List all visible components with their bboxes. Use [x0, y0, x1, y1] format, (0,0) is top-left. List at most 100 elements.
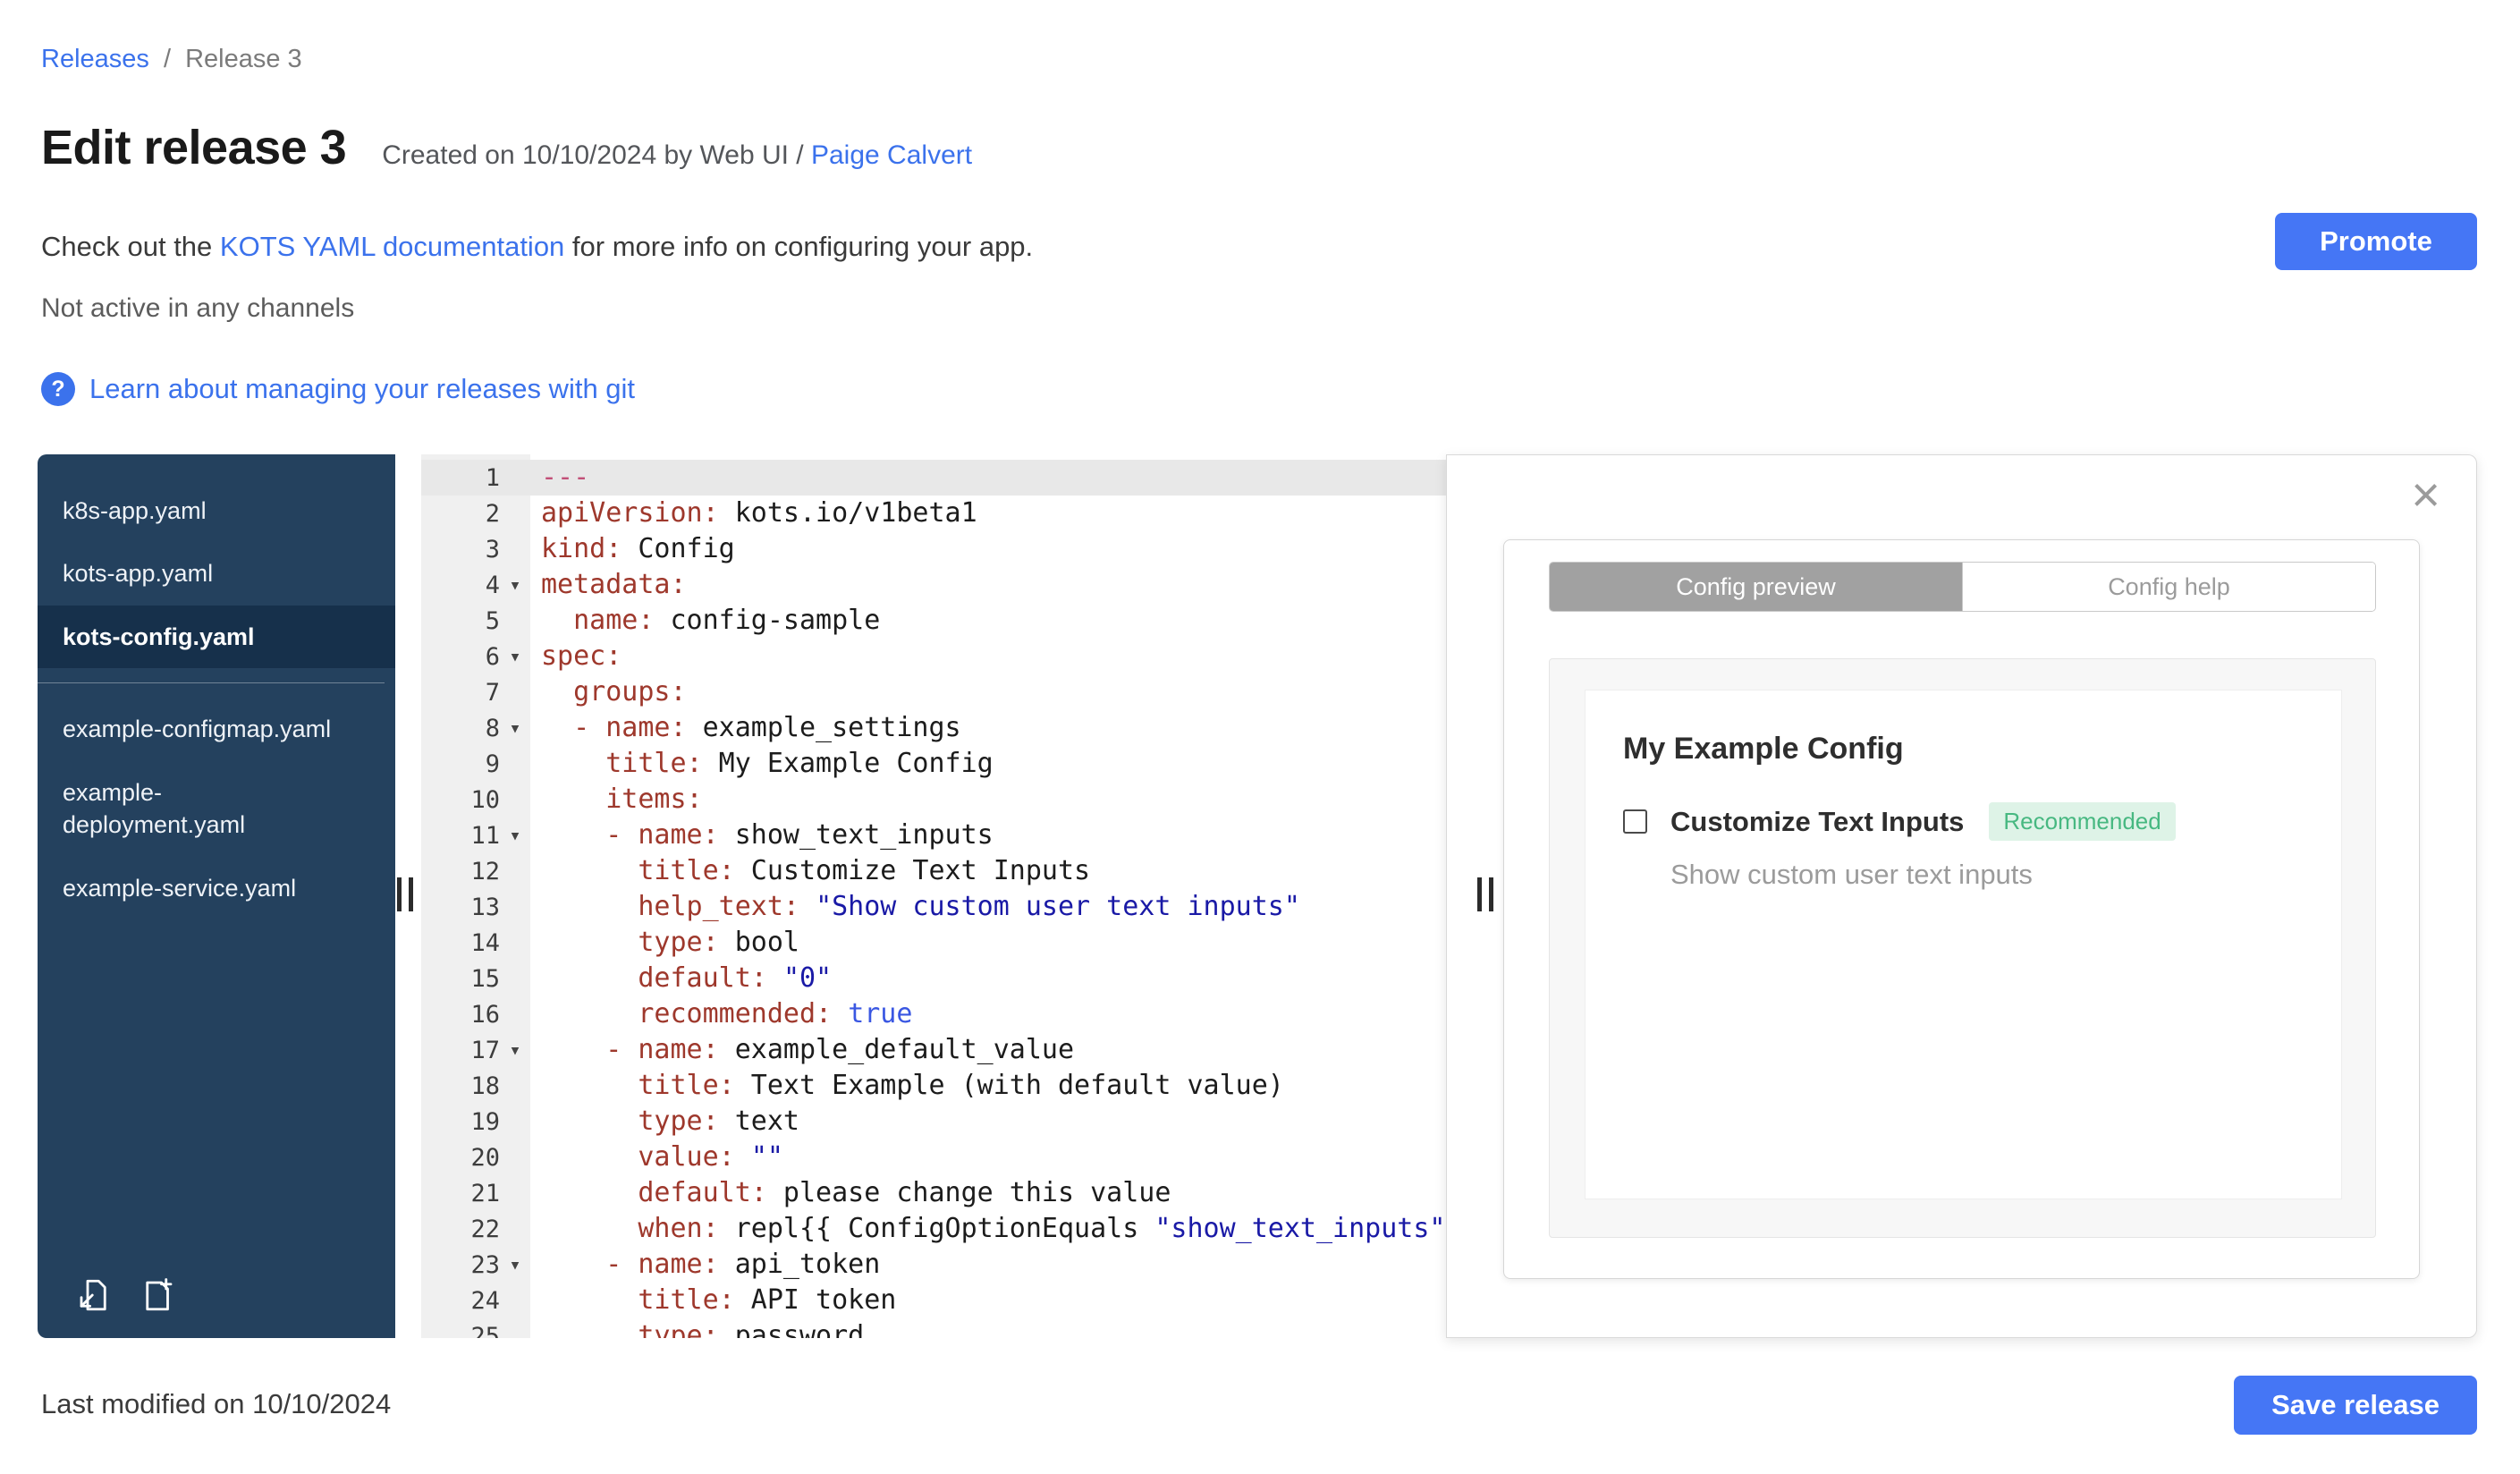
line-number: 22	[421, 1211, 530, 1247]
file-list-divider	[38, 682, 385, 684]
title-row: Edit release 3 Created on 10/10/2024 by …	[41, 120, 972, 175]
line-number: 9	[421, 746, 530, 782]
code-line[interactable]: 22 when: repl{{ ConfigOptionEquals "show…	[421, 1211, 1446, 1247]
sidebar-file[interactable]: example-deployment.yaml	[38, 761, 395, 857]
code-line[interactable]: 14 type: bool	[421, 925, 1446, 961]
code-line[interactable]: 24 title: API token	[421, 1283, 1446, 1318]
release-editor: k8s-app.yaml kots-app.yaml kots-config.yam…	[38, 454, 2477, 1338]
line-number: 16	[421, 996, 530, 1032]
fold-arrow-icon[interactable]: ▾	[500, 1254, 530, 1276]
git-help-label[interactable]: Learn about managing your releases with …	[89, 373, 635, 405]
code-text: spec:	[541, 640, 622, 672]
line-number: 5	[421, 603, 530, 639]
code-line[interactable]: 6 ▾ spec:	[421, 639, 1446, 674]
line-number: 6 ▾	[421, 639, 530, 674]
code-line[interactable]: 11 ▾ - name: show_text_inputs	[421, 817, 1446, 853]
code-line[interactable]: 17 ▾ - name: example_default_value	[421, 1032, 1446, 1068]
close-icon[interactable]: ×	[2411, 470, 2440, 520]
line-number: 2	[421, 496, 530, 531]
code-text: ---	[541, 462, 590, 493]
line-number: 21	[421, 1175, 530, 1211]
recommended-badge: Recommended	[1989, 802, 2176, 841]
code-line[interactable]: 21 default: please change this value	[421, 1175, 1446, 1211]
code-text: - name: example_default_value	[605, 1034, 1075, 1065]
line-number: 3	[421, 531, 530, 567]
code-line[interactable]: 10 items:	[421, 782, 1446, 817]
code-line[interactable]: 8 ▾ - name: example_settings	[421, 710, 1446, 746]
code-text: title: My Example Config	[605, 748, 994, 779]
new-file-icon[interactable]	[140, 1276, 177, 1318]
code-line[interactable]: 18 title: Text Example (with default val…	[421, 1068, 1446, 1104]
code-line[interactable]: 3 kind: Config	[421, 531, 1446, 567]
code-line[interactable]: 4 ▾ metadata:	[421, 567, 1446, 603]
code-line[interactable]: 12 title: Customize Text Inputs	[421, 853, 1446, 889]
pane-resize-handle-right[interactable]	[1477, 877, 1493, 911]
code-text: recommended: true	[638, 998, 913, 1029]
code-text: type: password	[638, 1320, 865, 1338]
code-line[interactable]: 19 type: text	[421, 1104, 1446, 1139]
code-text: items:	[605, 784, 703, 815]
sidebar-file[interactable]: kots-config.yaml	[38, 605, 395, 669]
code-line[interactable]: 13 help_text: "Show custom user text inp…	[421, 889, 1446, 925]
fold-arrow-icon[interactable]: ▾	[500, 574, 530, 597]
code-text: title: Customize Text Inputs	[638, 855, 1091, 886]
code-line[interactable]: 2 apiVersion: kots.io/v1beta1	[421, 496, 1446, 531]
code-text: - name: api_token	[605, 1249, 881, 1280]
line-number: 15	[421, 961, 530, 996]
code-text: default: please change this value	[638, 1177, 1171, 1208]
code-text: name: config-sample	[573, 605, 881, 636]
tab-config-help[interactable]: Config help	[1962, 563, 2375, 611]
file-list: k8s-app.yaml kots-app.yaml kots-config.yam…	[38, 479, 395, 919]
promote-button[interactable]: Promote	[2275, 213, 2477, 270]
code-text: - name: show_text_inputs	[605, 819, 994, 851]
code-line[interactable]: 16 recommended: true	[421, 996, 1446, 1032]
code-line[interactable]: 25 type: password	[421, 1318, 1446, 1338]
code-line[interactable]: 5 name: config-sample	[421, 603, 1446, 639]
tab-config-preview[interactable]: Config preview	[1550, 563, 1962, 611]
code-line[interactable]: 1 ---	[421, 460, 1446, 496]
pane-resize-handle-left[interactable]	[397, 877, 413, 911]
author-link[interactable]: Paige Calvert	[811, 140, 972, 170]
config-group-title: My Example Config	[1623, 732, 1904, 766]
fold-arrow-icon[interactable]: ▾	[500, 1039, 530, 1062]
sidebar-actions	[75, 1276, 177, 1318]
code-text: metadata:	[541, 569, 687, 600]
file-sidebar: k8s-app.yaml kots-app.yaml kots-config.yam…	[38, 454, 395, 1338]
upload-file-icon[interactable]	[75, 1276, 113, 1318]
code-line[interactable]: 23 ▾ - name: api_token	[421, 1247, 1446, 1283]
sidebar-file[interactable]: kots-app.yaml	[38, 542, 395, 605]
code-text: type: bool	[638, 927, 799, 958]
config-group-card: My Example Config Customize Text Inputs …	[1585, 690, 2342, 1199]
save-release-button[interactable]: Save release	[2234, 1376, 2477, 1435]
created-text: Created on 10/10/2024 by Web UI /	[382, 140, 811, 170]
code-line[interactable]: 9 title: My Example Config	[421, 746, 1446, 782]
sidebar-file[interactable]: k8s-app.yaml	[38, 479, 395, 542]
breadcrumb-releases-link[interactable]: Releases	[41, 45, 149, 73]
line-number: 1	[485, 463, 500, 492]
git-help-link[interactable]: ? Learn about managing your releases wit…	[41, 372, 635, 406]
config-item-row: Customize Text Inputs Recommended	[1623, 802, 2304, 841]
checkbox[interactable]	[1623, 809, 1647, 834]
code-line[interactable]: 7 groups:	[421, 674, 1446, 710]
docs-line: Check out the KOTS YAML documentation fo…	[41, 231, 1033, 263]
docs-line-prefix: Check out the	[41, 231, 220, 262]
line-number: 18	[421, 1068, 530, 1104]
code-text: title: Text Example (with default value)	[638, 1070, 1284, 1101]
line-number: 25	[421, 1318, 530, 1338]
code-line[interactable]: 20 value: ""	[421, 1139, 1446, 1175]
sidebar-file[interactable]: example-service.yaml	[38, 857, 395, 919]
breadcrumb-current: Release 3	[185, 45, 302, 73]
docs-line-suffix: for more info on configuring your app.	[564, 231, 1034, 262]
line-number: 19	[421, 1104, 530, 1139]
sidebar-file[interactable]: example-configmap.yaml	[38, 698, 395, 760]
fold-arrow-icon[interactable]: ▾	[500, 646, 530, 668]
code-text: help_text: "Show custom user text inputs…	[638, 891, 1300, 922]
preview-card: Config preview Config help My Example Con…	[1503, 539, 2420, 1279]
code-line[interactable]: 15 default: "0"	[421, 961, 1446, 996]
fold-arrow-icon[interactable]: ▾	[500, 717, 530, 740]
fold-arrow-icon[interactable]: ▾	[500, 825, 530, 847]
help-icon[interactable]: ?	[41, 372, 75, 406]
kots-docs-link[interactable]: KOTS YAML documentation	[220, 231, 564, 262]
code-text: groups:	[573, 676, 687, 707]
code-editor[interactable]: 1 --- 2 apiVersion: kots.io/v1beta1 3 kind: C…	[421, 454, 1446, 1338]
